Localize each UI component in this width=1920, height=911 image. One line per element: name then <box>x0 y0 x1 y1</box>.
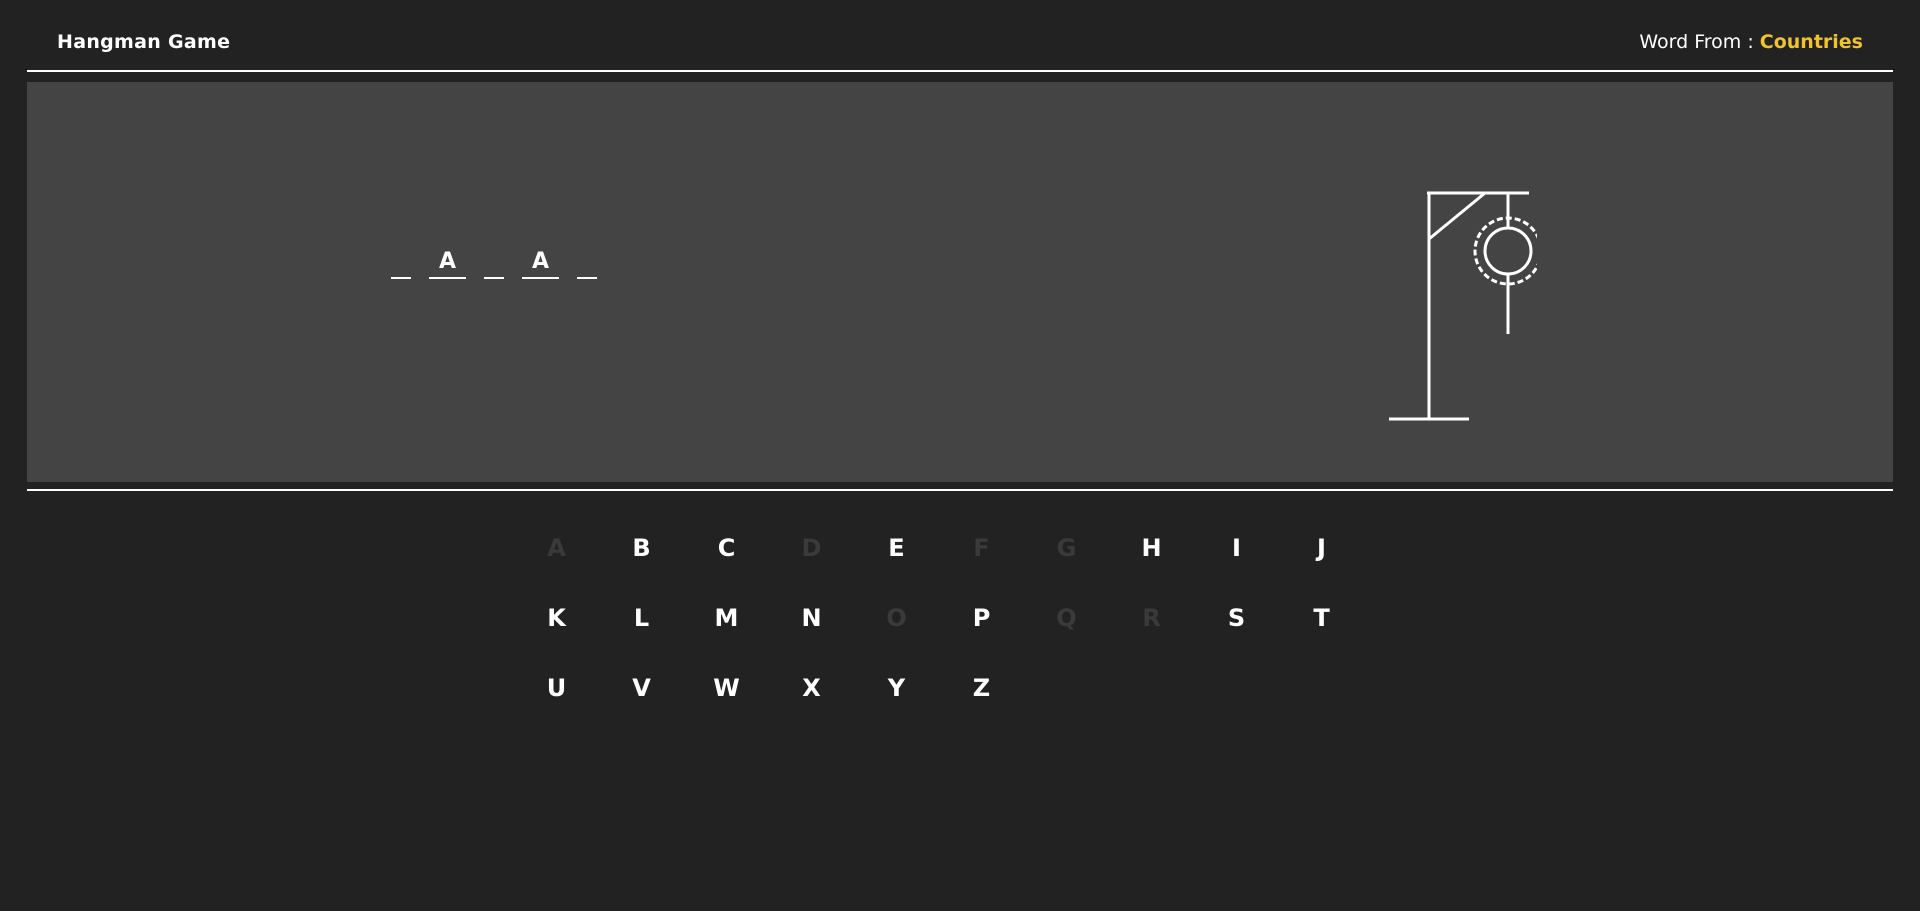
gallows-brace <box>1428 191 1486 241</box>
word-slot: A <box>429 247 466 279</box>
word-slot-underline <box>484 277 504 279</box>
letter-key-r: R <box>1142 604 1161 632</box>
letter-key-d: D <box>801 534 822 562</box>
word-slot: A <box>522 247 559 279</box>
divider <box>27 489 1893 491</box>
letter-key-y[interactable]: Y <box>854 663 939 713</box>
letter-key-b[interactable]: B <box>599 523 684 573</box>
letter-key-z[interactable]: Z <box>939 663 1024 713</box>
hangman-drawing <box>1389 191 1537 421</box>
letter-key-n[interactable]: N <box>769 593 854 643</box>
letter-key-i[interactable]: I <box>1194 523 1279 573</box>
letter-key-j[interactable]: J <box>1279 523 1364 573</box>
word-slot-letter: A <box>438 249 457 274</box>
word-slot-letter: A <box>531 249 550 274</box>
letter-key-g: G <box>1056 534 1077 562</box>
word-slot <box>484 247 504 279</box>
letter-key-p[interactable]: P <box>939 593 1024 643</box>
letter-key-e[interactable]: E <box>854 523 939 573</box>
word-display: AA <box>391 247 615 279</box>
word-from-label: Word From : <box>1639 31 1754 53</box>
letter-key-v[interactable]: V <box>599 663 684 713</box>
letter-key-s[interactable]: S <box>1194 593 1279 643</box>
letter-key-k[interactable]: K <box>514 593 599 643</box>
hangman-page: Hangman Game Word From : Countries AA AB… <box>0 0 1920 911</box>
word-slot <box>577 247 597 279</box>
letter-key-q: Q <box>1056 604 1077 632</box>
hangman-head <box>1483 226 1533 276</box>
letter-key-x[interactable]: X <box>769 663 854 713</box>
letter-key-u[interactable]: U <box>514 663 599 713</box>
letter-key-t[interactable]: T <box>1279 593 1364 643</box>
letter-key-a: A <box>547 534 566 562</box>
category-name: Countries <box>1759 31 1863 53</box>
word-slot-underline <box>429 277 466 279</box>
letter-key-o: O <box>886 604 907 632</box>
letter-key-w[interactable]: W <box>684 663 769 713</box>
word-slot-underline <box>577 277 597 279</box>
header: Hangman Game Word From : Countries <box>27 0 1893 72</box>
word-from: Word From : Countries <box>1639 31 1863 53</box>
word-slot <box>391 247 411 279</box>
game-board: AA <box>27 82 1893 482</box>
letter-key-h[interactable]: H <box>1109 523 1194 573</box>
letter-keyboard: A BC D E F G HIJ KLMN O P Q R ST UVWXYZ <box>514 523 1374 733</box>
letter-key-f: F <box>973 534 990 562</box>
word-slot-underline <box>522 277 559 279</box>
word-slot-underline <box>391 277 411 279</box>
letter-key-c[interactable]: C <box>684 523 769 573</box>
game-title: Hangman Game <box>57 31 231 53</box>
letter-key-m[interactable]: M <box>684 593 769 643</box>
letter-key-l[interactable]: L <box>599 593 684 643</box>
